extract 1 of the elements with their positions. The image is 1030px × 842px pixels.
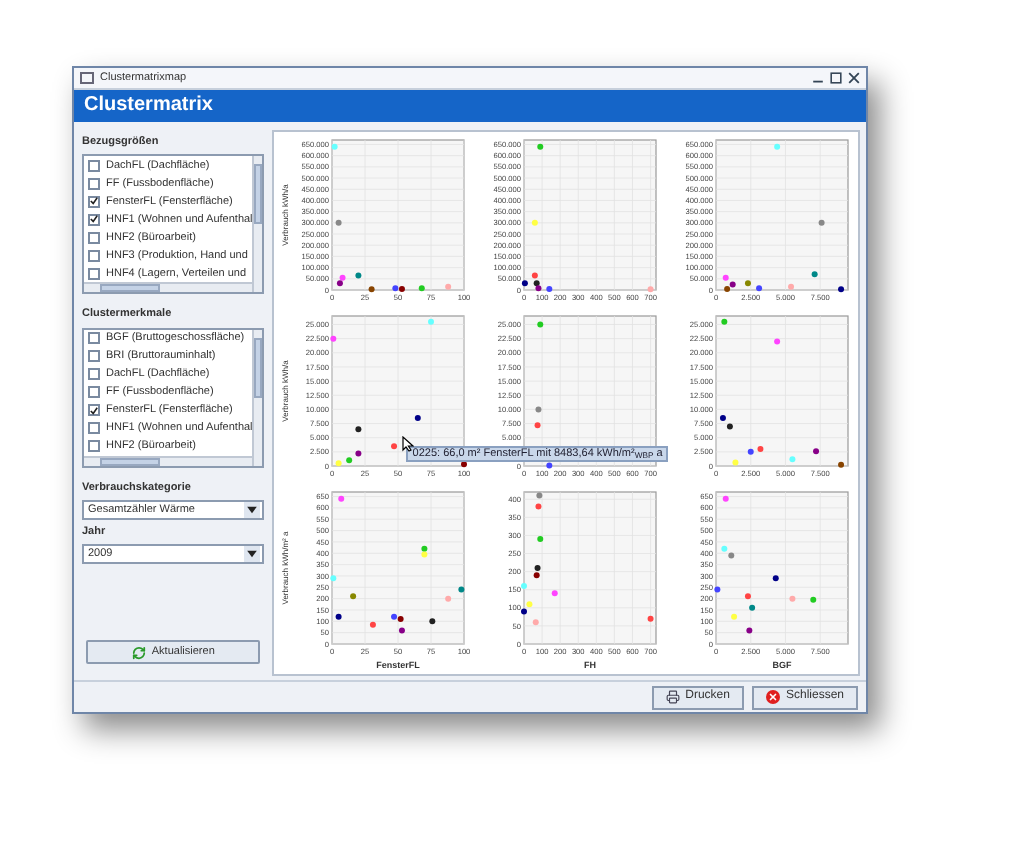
header-title: Clustermatrix [84,92,213,121]
